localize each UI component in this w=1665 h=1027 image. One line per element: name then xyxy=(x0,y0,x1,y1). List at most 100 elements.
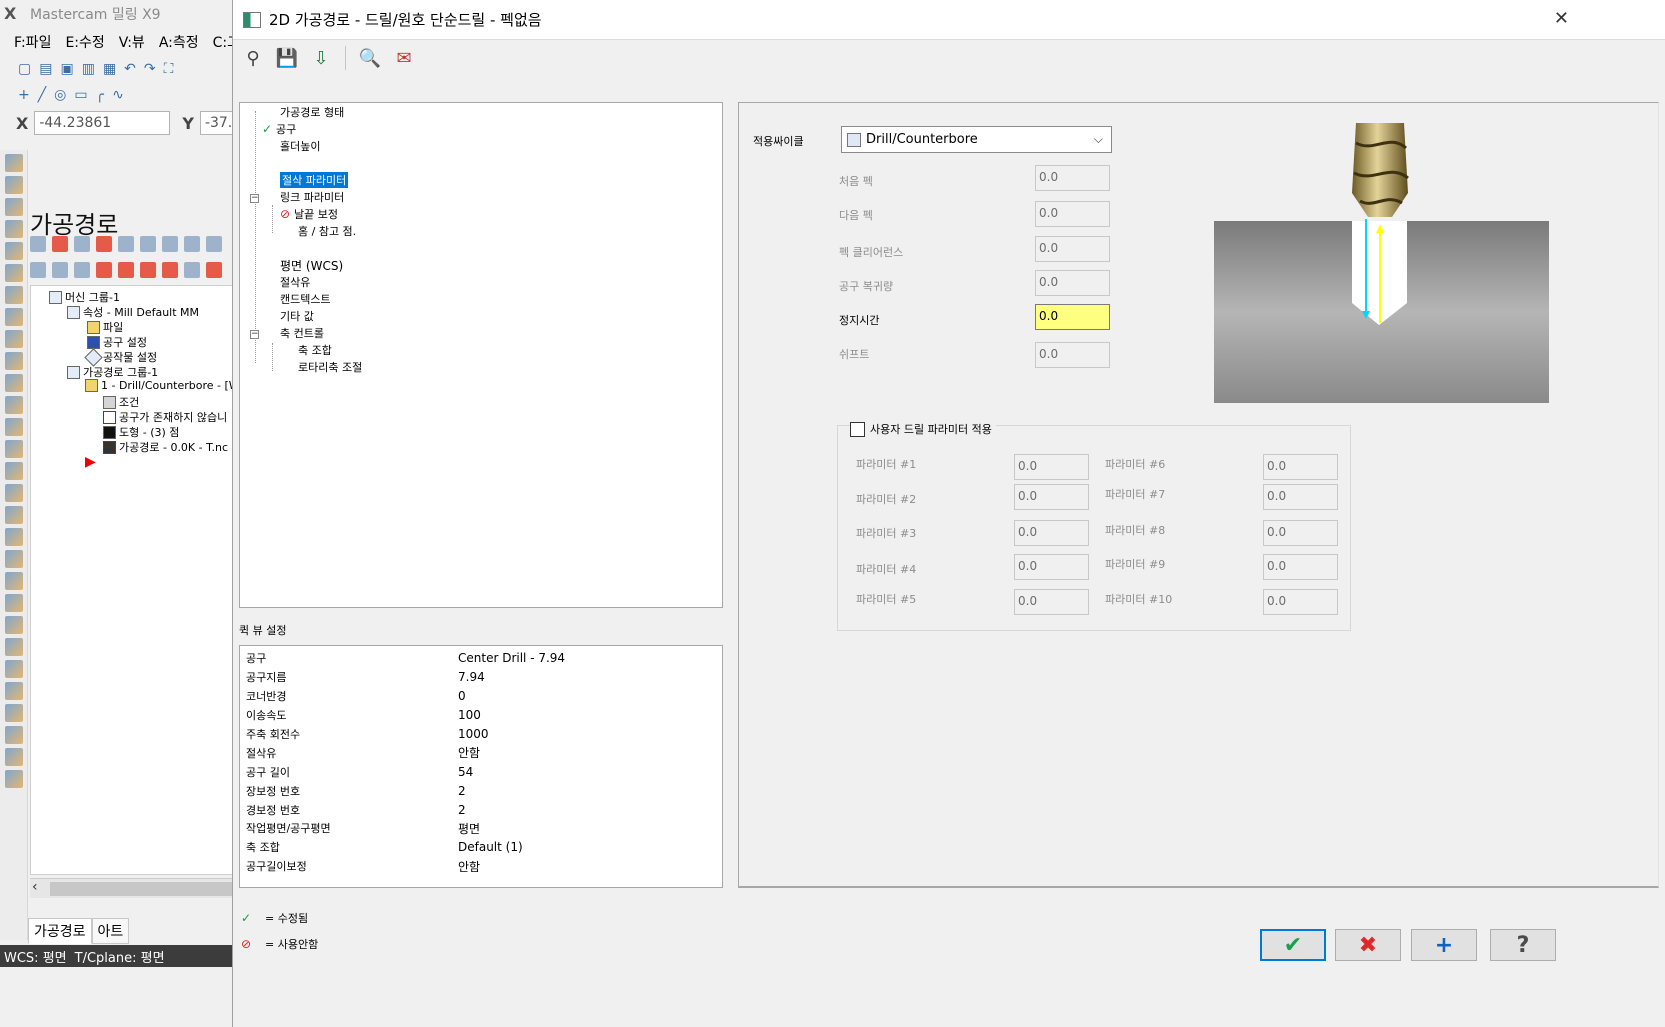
tool-strip-icon[interactable] xyxy=(5,330,23,348)
remove-icon[interactable] xyxy=(206,262,222,278)
fillet-icon[interactable]: ╭ xyxy=(96,87,104,103)
retract-amount-input[interactable]: 0.0 xyxy=(1035,270,1110,296)
tool-strip-icon[interactable] xyxy=(5,352,23,370)
param-7-input[interactable]: 0.0 xyxy=(1263,484,1338,510)
post-icon[interactable] xyxy=(184,236,200,252)
tree-item-axis-control[interactable]: 축 컨트롤 xyxy=(262,325,324,341)
tree-item-canned-text[interactable]: 캔드텍스트 xyxy=(262,291,331,307)
simulate-icon[interactable] xyxy=(162,236,178,252)
undo-icon[interactable]: ↶ xyxy=(124,61,136,77)
tool-strip-icon[interactable] xyxy=(5,374,23,392)
tree-operation-1[interactable]: 1 - Drill/Counterbore - [WCS xyxy=(85,379,245,392)
collapse-toggle[interactable]: − xyxy=(250,194,259,203)
tool-strip-icon[interactable] xyxy=(5,660,23,678)
insert-arrow[interactable]: ▶ xyxy=(85,454,96,470)
print-icon[interactable]: ▥ xyxy=(82,61,95,77)
param-1-input[interactable]: 0.0 xyxy=(1014,454,1089,480)
verify-icon[interactable] xyxy=(140,236,156,252)
tool-strip-icon[interactable] xyxy=(5,462,23,480)
rectangle-icon[interactable]: ▭ xyxy=(74,87,87,103)
tree-item-misc-values[interactable]: 기타 값 xyxy=(262,308,314,324)
tree-item-tool[interactable]: ✓ 공구 xyxy=(262,121,296,137)
fit-icon[interactable]: ⛶ xyxy=(164,61,174,77)
spline-icon[interactable]: ∿ xyxy=(112,87,124,103)
tool-strip-icon[interactable] xyxy=(5,418,23,436)
param-10-input[interactable]: 0.0 xyxy=(1263,589,1338,615)
tool-strip-icon[interactable] xyxy=(5,638,23,656)
dwell-input[interactable]: 0.0 xyxy=(1035,304,1110,330)
lock-icon[interactable] xyxy=(30,262,46,278)
tool-strip-icon[interactable] xyxy=(5,704,23,722)
param-4-input[interactable]: 0.0 xyxy=(1014,554,1089,580)
tree-tool-missing[interactable]: 공구가 존재하지 않습니 xyxy=(103,409,227,425)
scroll-thumb[interactable] xyxy=(50,882,240,896)
move-up-icon[interactable] xyxy=(118,262,134,278)
tree-item-rotary-axis[interactable]: 로타리축 조절 xyxy=(280,359,362,375)
tool-strip-icon[interactable] xyxy=(5,220,23,238)
tree-item-home-ref[interactable]: 홈 / 참고 점. xyxy=(280,223,356,239)
tool-strip-icon[interactable] xyxy=(5,484,23,502)
tree-item-blank-2[interactable] xyxy=(262,240,280,256)
param-8-input[interactable]: 0.0 xyxy=(1263,520,1338,546)
tool-strip-icon[interactable] xyxy=(5,726,23,744)
tree-item-planes[interactable]: 평면 (WCS) xyxy=(262,257,343,273)
toggle-display-icon[interactable] xyxy=(52,262,68,278)
line-icon[interactable]: ╱ xyxy=(38,87,46,103)
tab-toolpaths[interactable]: 가공경로 xyxy=(28,918,92,944)
tab-art[interactable]: 아트 xyxy=(91,918,130,944)
deselect-icon[interactable] xyxy=(52,236,68,252)
tool-strip-icon[interactable] xyxy=(5,594,23,612)
tree-parameters[interactable]: 조건 xyxy=(103,394,139,410)
close-icon[interactable]: ✕ xyxy=(1554,8,1569,29)
first-peck-input[interactable]: 0.0 xyxy=(1035,165,1110,191)
tree-horizontal-scrollbar[interactable]: ‹ xyxy=(30,878,245,898)
scroll-left-icon[interactable]: ‹ xyxy=(32,879,38,895)
point-icon[interactable]: + xyxy=(18,87,30,103)
tree-item-blank[interactable] xyxy=(262,155,280,171)
param-3-input[interactable]: 0.0 xyxy=(1014,520,1089,546)
preview-icon[interactable]: 🔍 xyxy=(358,46,382,70)
print-preview-icon[interactable]: ▦ xyxy=(103,61,116,77)
param-2-input[interactable]: 0.0 xyxy=(1014,484,1089,510)
tree-geometry[interactable]: 도형 - (3) 점 xyxy=(103,424,179,440)
wcs-status[interactable]: WCS: 평면 xyxy=(4,947,67,966)
menu-edit[interactable]: E:수정 xyxy=(65,32,104,52)
save-defaults-icon[interactable]: 💾 xyxy=(275,46,299,70)
toggle-post-icon[interactable] xyxy=(74,262,90,278)
clear-icon[interactable]: ✉ xyxy=(392,46,416,70)
open-file-icon[interactable]: ▤ xyxy=(39,61,52,77)
move-down-icon[interactable] xyxy=(96,262,112,278)
param-6-input[interactable]: 0.0 xyxy=(1263,454,1338,480)
tool-strip-icon[interactable] xyxy=(5,616,23,634)
tree-item-holder[interactable]: 홀더높이 xyxy=(262,138,320,154)
cancel-button[interactable]: ✖ xyxy=(1335,929,1401,961)
tool-strip-icon[interactable] xyxy=(5,440,23,458)
tree-tool-settings[interactable]: 공구 설정 xyxy=(87,334,147,350)
tool-strip-icon[interactable] xyxy=(5,572,23,590)
tree-stock-setup[interactable]: 공작물 설정 xyxy=(84,347,157,367)
circle-icon[interactable]: ◎ xyxy=(54,87,66,103)
tree-item-tip-comp[interactable]: ⊘ 날끝 보정 xyxy=(280,206,338,222)
tree-item-coolant[interactable]: 절삭유 xyxy=(262,274,310,290)
tool-strip-icon[interactable] xyxy=(5,176,23,194)
tool-strip-icon[interactable] xyxy=(5,396,23,414)
tool-strip-icon[interactable] xyxy=(5,528,23,546)
tree-item-axis-combination[interactable]: 축 조합 xyxy=(280,342,332,358)
tool-strip-icon[interactable] xyxy=(5,506,23,524)
highfeed-icon[interactable] xyxy=(206,236,222,252)
tree-toolpath-group[interactable]: 가공경로 그룹-1 xyxy=(67,364,158,380)
regenerate-icon[interactable] xyxy=(74,236,90,252)
tool-strip-icon[interactable] xyxy=(5,770,23,788)
tree-item-toolpath-type[interactable]: 가공경로 형태 xyxy=(262,104,344,120)
tree-properties[interactable]: 속성 - Mill Default MM xyxy=(67,304,199,320)
collapse-toggle[interactable]: − xyxy=(250,330,259,339)
apply-button[interactable]: + xyxy=(1411,929,1477,961)
tool-strip-icon[interactable] xyxy=(5,286,23,304)
menu-view[interactable]: V:뷰 xyxy=(119,32,145,52)
tree-machine-group[interactable]: 머신 그룹-1 xyxy=(49,289,120,305)
tool-strip-icon[interactable] xyxy=(5,682,23,700)
save-icon[interactable]: ▣ xyxy=(60,61,73,77)
help-button[interactable]: ? xyxy=(1490,929,1556,961)
single-display-icon[interactable] xyxy=(184,262,200,278)
shift-input[interactable]: 0.0 xyxy=(1035,342,1110,368)
